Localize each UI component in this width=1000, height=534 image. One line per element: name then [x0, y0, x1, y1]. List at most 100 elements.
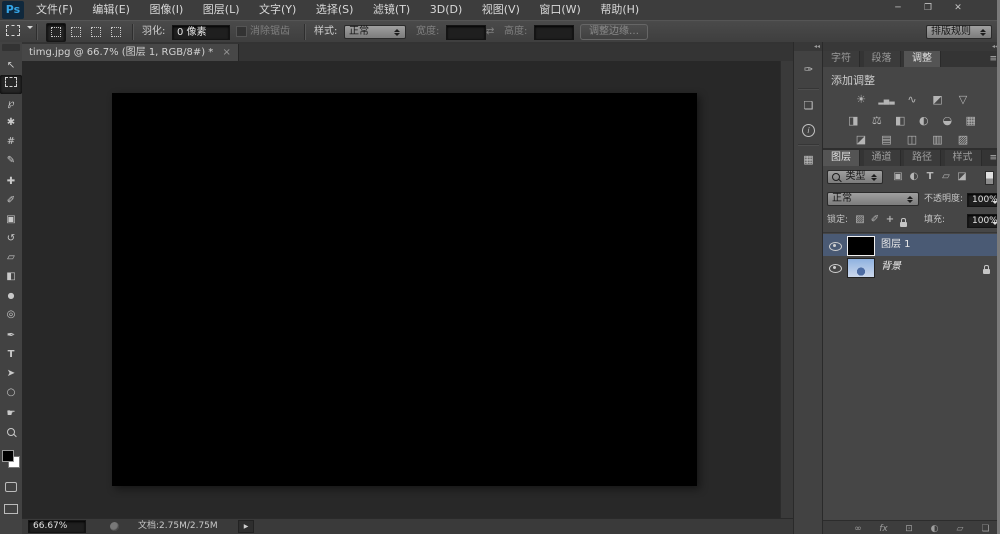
menu-window[interactable]: 窗口(W) [531, 0, 588, 20]
blur-tool[interactable]: ● [0, 286, 22, 305]
tab-styles[interactable]: 样式 [945, 150, 982, 166]
refine-edge-button[interactable]: 调整边缘… [580, 24, 648, 40]
tab-paths[interactable]: 路径 [904, 150, 941, 166]
eraser-tool[interactable]: ▱ [0, 248, 22, 267]
brightness-contrast-icon[interactable]: ☀ [850, 90, 872, 109]
close-button[interactable]: ✕ [945, 2, 971, 16]
history-brush-tool[interactable]: ↺ [0, 229, 22, 248]
visibility-eye-icon[interactable] [829, 241, 842, 254]
feather-input[interactable]: 0 像素 [172, 25, 230, 40]
quick-selection-tool[interactable]: ✱ [0, 113, 22, 132]
layer-name[interactable]: 图层 1 [881, 234, 911, 256]
filter-smart-objects-icon[interactable]: ◪ [955, 168, 969, 186]
type-tool[interactable]: T [0, 345, 22, 364]
menu-3d[interactable]: 3D(D) [422, 0, 471, 20]
menu-layer[interactable]: 图层(L) [195, 0, 248, 20]
dodge-tool[interactable]: ◎ [0, 305, 22, 324]
filter-adjustment-layers-icon[interactable]: ◐ [907, 168, 921, 186]
invert-icon[interactable]: ◪ [850, 130, 872, 149]
vibrance-icon[interactable]: ▽ [952, 90, 974, 109]
gradient-map-icon[interactable]: ▥ [927, 130, 949, 149]
menu-filter[interactable]: 滤镜(T) [365, 0, 418, 20]
subtract-selection-button[interactable] [86, 23, 106, 42]
crop-tool[interactable]: # [0, 132, 22, 151]
swatches-panel-button[interactable]: ▦ [794, 148, 823, 172]
visibility-eye-icon[interactable] [829, 263, 842, 276]
swap-dimensions-icon[interactable]: ⇄ [486, 21, 494, 43]
lasso-tool[interactable]: ℘ [0, 94, 22, 113]
layer-name[interactable]: 背景 [881, 256, 901, 278]
tab-layers[interactable]: 图层 [823, 150, 860, 166]
height-input[interactable] [534, 25, 574, 40]
new-selection-button[interactable] [46, 23, 66, 42]
color-swatches[interactable] [0, 446, 22, 474]
tab-channels[interactable]: 通道 [864, 150, 901, 166]
brush-tool[interactable]: ✐ [0, 191, 22, 210]
gradient-tool[interactable]: ◧ [0, 267, 22, 286]
filter-shape-layers-icon[interactable]: ▱ [939, 168, 953, 186]
levels-icon[interactable]: ▂▅▃ [876, 92, 898, 111]
panel-collapse-button[interactable]: ◂◂ [823, 42, 1000, 51]
filter-toggle-switch[interactable] [985, 171, 994, 185]
threshold-icon[interactable]: ◫ [901, 130, 923, 149]
style-dropdown[interactable]: 正常 [344, 25, 406, 39]
tab-adjustments[interactable]: 调整 [904, 51, 941, 67]
rectangular-marquee-tool[interactable] [0, 75, 22, 94]
menu-file[interactable]: 文件(F) [28, 0, 81, 20]
curves-icon[interactable]: ∿ [901, 90, 923, 109]
black-white-icon[interactable]: ◧ [890, 111, 910, 130]
lock-transparency-icon[interactable]: ▨ [853, 211, 867, 229]
filter-pixel-layers-icon[interactable]: ▣ [891, 168, 905, 186]
layer-thumbnail[interactable] [847, 258, 875, 278]
pasteboard[interactable] [22, 61, 793, 519]
menu-edit[interactable]: 编辑(E) [84, 0, 138, 20]
filter-kind-dropdown[interactable]: 类型 [827, 170, 883, 184]
panel-menu-icon[interactable]: ≡ [989, 150, 1000, 166]
hue-saturation-icon[interactable]: ◨ [843, 111, 863, 130]
exposure-icon[interactable]: ◩ [927, 90, 949, 109]
lock-position-icon[interactable]: + [883, 211, 897, 229]
hand-tool[interactable]: ☛ [0, 404, 22, 423]
layer-row-background[interactable]: 背景 [823, 256, 1000, 278]
new-adjustment-layer-icon[interactable]: ◐ [924, 522, 946, 534]
panel-menu-icon[interactable]: ≡ [989, 51, 1000, 67]
fill-caret-icon[interactable] [992, 218, 998, 231]
zoom-tool[interactable] [0, 423, 22, 442]
width-input[interactable] [446, 25, 486, 40]
path-selection-tool[interactable]: ➤ [0, 364, 22, 383]
vertical-scrollbar[interactable] [780, 61, 793, 519]
posterize-icon[interactable]: ▤ [876, 130, 898, 149]
lock-all-icon[interactable] [900, 217, 907, 230]
screen-mode-button[interactable] [0, 502, 22, 521]
canvas[interactable] [112, 93, 697, 486]
layer-style-icon[interactable]: fx [873, 522, 895, 534]
workspace-switcher[interactable]: 排版规则 [926, 25, 992, 39]
toolbar-collapse-handle[interactable] [2, 44, 20, 51]
clone-stamp-tool[interactable]: ▣ [0, 210, 22, 229]
document-tab[interactable]: timg.jpg @ 66.7% (图层 1, RGB/8#) * × [22, 44, 239, 61]
brush-panel-button[interactable]: ✑ [794, 58, 823, 82]
ellipse-tool[interactable]: ○ [0, 383, 22, 402]
layer-thumbnail[interactable] [847, 236, 875, 256]
tab-paragraph[interactable]: 段落 [864, 51, 901, 67]
spot-healing-brush-tool[interactable]: ✚ [0, 172, 22, 191]
opacity-caret-icon[interactable] [992, 197, 998, 210]
filter-type-layers-icon[interactable]: T [923, 168, 937, 186]
pen-tool[interactable]: ✒ [0, 326, 22, 345]
minimize-button[interactable]: ─ [885, 2, 911, 16]
photo-filter-icon[interactable]: ◐ [914, 111, 934, 130]
menu-type[interactable]: 文字(Y) [251, 0, 304, 20]
color-lookup-icon[interactable]: ▦ [961, 111, 981, 130]
info-panel-button[interactable]: i [794, 118, 823, 142]
new-group-icon[interactable]: ▱ [949, 522, 971, 534]
menu-select[interactable]: 选择(S) [308, 0, 362, 20]
dock-collapse-button[interactable]: ◂◂ [794, 42, 823, 51]
antialias-checkbox[interactable] [236, 26, 247, 37]
menu-image[interactable]: 图像(I) [141, 0, 191, 20]
clone-source-panel-button[interactable]: ❏ [794, 94, 823, 118]
menu-help[interactable]: 帮助(H) [592, 0, 647, 20]
add-layer-mask-icon[interactable]: ⊡ [898, 522, 920, 534]
link-layers-icon[interactable]: ∞ [847, 522, 869, 534]
tab-character[interactable]: 字符 [823, 51, 860, 67]
move-tool[interactable]: ↖ [0, 56, 22, 75]
